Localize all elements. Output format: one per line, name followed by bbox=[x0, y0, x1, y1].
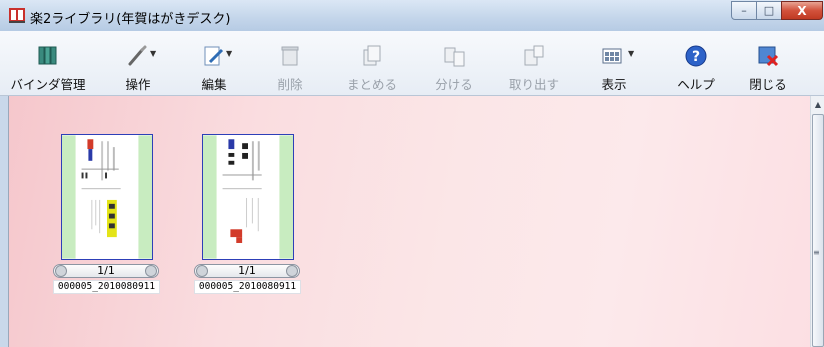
grip-icon: ≡ bbox=[813, 248, 820, 257]
app-window: 楽2ライブラリ(年賀はがきデスク) – □ X バインダ管理 ▼ 操作 ▼ 編集… bbox=[0, 0, 824, 347]
split-icon bbox=[444, 47, 465, 67]
next-page-button[interactable] bbox=[286, 265, 298, 277]
document-filename[interactable]: 000005_2010080911 bbox=[53, 280, 160, 294]
document-card[interactable]: 1/1 000005_2010080911 bbox=[194, 134, 304, 296]
delete-button[interactable]: 削除 bbox=[268, 31, 312, 95]
trash-icon bbox=[281, 46, 299, 66]
postcard-thumbnail[interactable] bbox=[202, 134, 294, 260]
edit-icon bbox=[204, 46, 224, 66]
svg-text:?: ? bbox=[692, 49, 700, 65]
page-indicator: 1/1 bbox=[97, 264, 115, 277]
edit-button[interactable]: ▼ 編集 bbox=[188, 31, 240, 95]
vertical-scrollbar[interactable]: ▲ ≡ bbox=[810, 96, 824, 347]
postcard-thumbnail[interactable] bbox=[61, 134, 153, 260]
close-button[interactable]: X bbox=[781, 1, 823, 20]
operation-button[interactable]: ▼ 操作 bbox=[112, 31, 164, 95]
app-logo-icon bbox=[9, 8, 25, 23]
chevron-down-icon: ▼ bbox=[226, 49, 233, 58]
split-button[interactable]: 分ける bbox=[426, 31, 482, 95]
title-bar[interactable]: 楽2ライブラリ(年賀はがきデスク) – □ X bbox=[0, 0, 824, 31]
chevron-down-icon: ▼ bbox=[150, 49, 157, 58]
chevron-down-icon: ▼ bbox=[628, 49, 635, 58]
extract-button[interactable]: 取り出す bbox=[502, 31, 566, 95]
page-navigator: 1/1 bbox=[194, 264, 300, 278]
left-frame bbox=[0, 96, 8, 347]
wand-icon bbox=[128, 45, 147, 66]
combine-icon bbox=[363, 45, 381, 66]
view-icon bbox=[602, 48, 622, 64]
scroll-up-arrow-icon[interactable]: ▲ bbox=[812, 98, 824, 112]
document-filename[interactable]: 000005_2010080911 bbox=[194, 280, 301, 294]
help-icon: ? bbox=[685, 45, 707, 67]
page-indicator: 1/1 bbox=[238, 264, 256, 277]
maximize-button[interactable]: □ bbox=[756, 1, 782, 20]
scrollbar-thumb[interactable] bbox=[812, 114, 824, 347]
extract-icon bbox=[524, 45, 544, 66]
binder-manage-button[interactable]: バインダ管理 bbox=[6, 31, 90, 95]
minimize-button[interactable]: – bbox=[731, 1, 757, 20]
page-navigator: 1/1 bbox=[53, 264, 159, 278]
toolbar: バインダ管理 ▼ 操作 ▼ 編集 削除 まとめる 分ける 取り出す ▼ 表示 ?… bbox=[0, 31, 824, 96]
document-card[interactable]: 1/1 000005_2010080911 bbox=[53, 134, 163, 296]
help-button[interactable]: ? ヘルプ bbox=[668, 31, 724, 95]
combine-button[interactable]: まとめる bbox=[340, 31, 404, 95]
view-button[interactable]: ▼ 表示 bbox=[588, 31, 640, 95]
binders-icon bbox=[38, 46, 57, 65]
close-library-button[interactable]: 閉じる bbox=[740, 31, 796, 95]
window-title: 楽2ライブラリ(年賀はがきデスク) bbox=[30, 12, 231, 27]
next-page-button[interactable] bbox=[145, 265, 157, 277]
close-app-icon bbox=[758, 46, 779, 67]
